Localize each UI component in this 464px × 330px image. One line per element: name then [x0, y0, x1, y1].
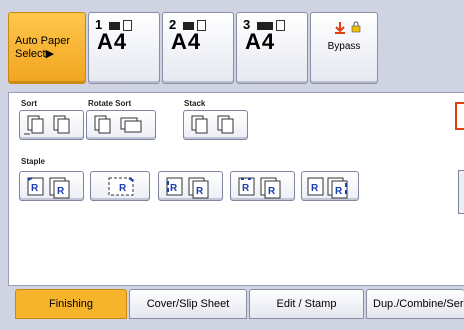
bypass-tray-button[interactable]: Bypass — [310, 12, 378, 84]
staple-top-left-icon: RR — [27, 177, 70, 199]
stack-label: Stack — [184, 99, 206, 108]
tab-dup-combine-series[interactable]: Dup./Combine/Series — [366, 289, 464, 319]
stack-option-button[interactable] — [183, 110, 248, 140]
svg-text:R: R — [311, 183, 319, 194]
auto-paper-select-button[interactable]: Auto Paper Select▶ — [8, 12, 86, 84]
rotate-sort-option-button[interactable] — [86, 110, 156, 140]
staple-top-2-icon: RR — [238, 177, 281, 199]
punch-option-button[interactable] — [455, 102, 464, 130]
sort-label: Sort — [21, 99, 37, 108]
lock-icon — [351, 21, 361, 33]
svg-text:R: R — [57, 186, 65, 197]
paper-orientation-icon — [275, 20, 285, 32]
tab-cover-slip-sheet[interactable]: Cover/Slip Sheet — [129, 289, 247, 319]
stack-icon — [191, 115, 234, 134]
tray-1-button[interactable]: 1 A4 — [88, 12, 160, 84]
svg-text:R: R — [242, 183, 250, 194]
staple-top-2-button[interactable]: RR — [230, 171, 295, 201]
auto-paper-select-label: Auto Paper Select▶ — [15, 35, 71, 60]
tab-finishing[interactable]: Finishing — [15, 289, 127, 319]
rotate-sort-label: Rotate Sort — [88, 99, 132, 108]
svg-text:R: R — [119, 183, 127, 194]
sort-option-button[interactable] — [19, 110, 84, 140]
tray-3-button[interactable]: 3 A4 — [236, 12, 308, 84]
svg-text:R: R — [268, 186, 276, 197]
bypass-arrow-icon — [335, 22, 345, 34]
tray-2-button[interactable]: 2 A4 — [162, 12, 234, 84]
svg-text:R: R — [31, 183, 39, 194]
side-option-button[interactable] — [458, 170, 464, 214]
rotate-sort-icon — [94, 115, 142, 134]
staple-top-left-button[interactable]: RR — [19, 171, 84, 201]
tray-2-size: A4 — [171, 29, 202, 54]
staple-right-2-icon: RR — [307, 177, 348, 199]
bypass-label: Bypass — [327, 41, 361, 52]
staple-top-right-icon: R — [108, 177, 134, 196]
svg-text:R: R — [335, 186, 343, 197]
staple-label: Staple — [21, 157, 46, 166]
tray-3-size: A4 — [245, 29, 276, 54]
svg-text:R: R — [170, 183, 178, 194]
staple-left-2-icon: RR — [166, 177, 209, 199]
tab-edit-stamp[interactable]: Edit / Stamp — [249, 289, 364, 319]
svg-text:R: R — [196, 186, 204, 197]
staple-top-right-button[interactable]: R — [90, 171, 150, 201]
staple-left-2-button[interactable]: RR — [158, 171, 223, 201]
staple-right-2-button[interactable]: RR — [301, 171, 359, 201]
sort-icon — [24, 115, 70, 135]
tray-1-size: A4 — [97, 29, 128, 54]
